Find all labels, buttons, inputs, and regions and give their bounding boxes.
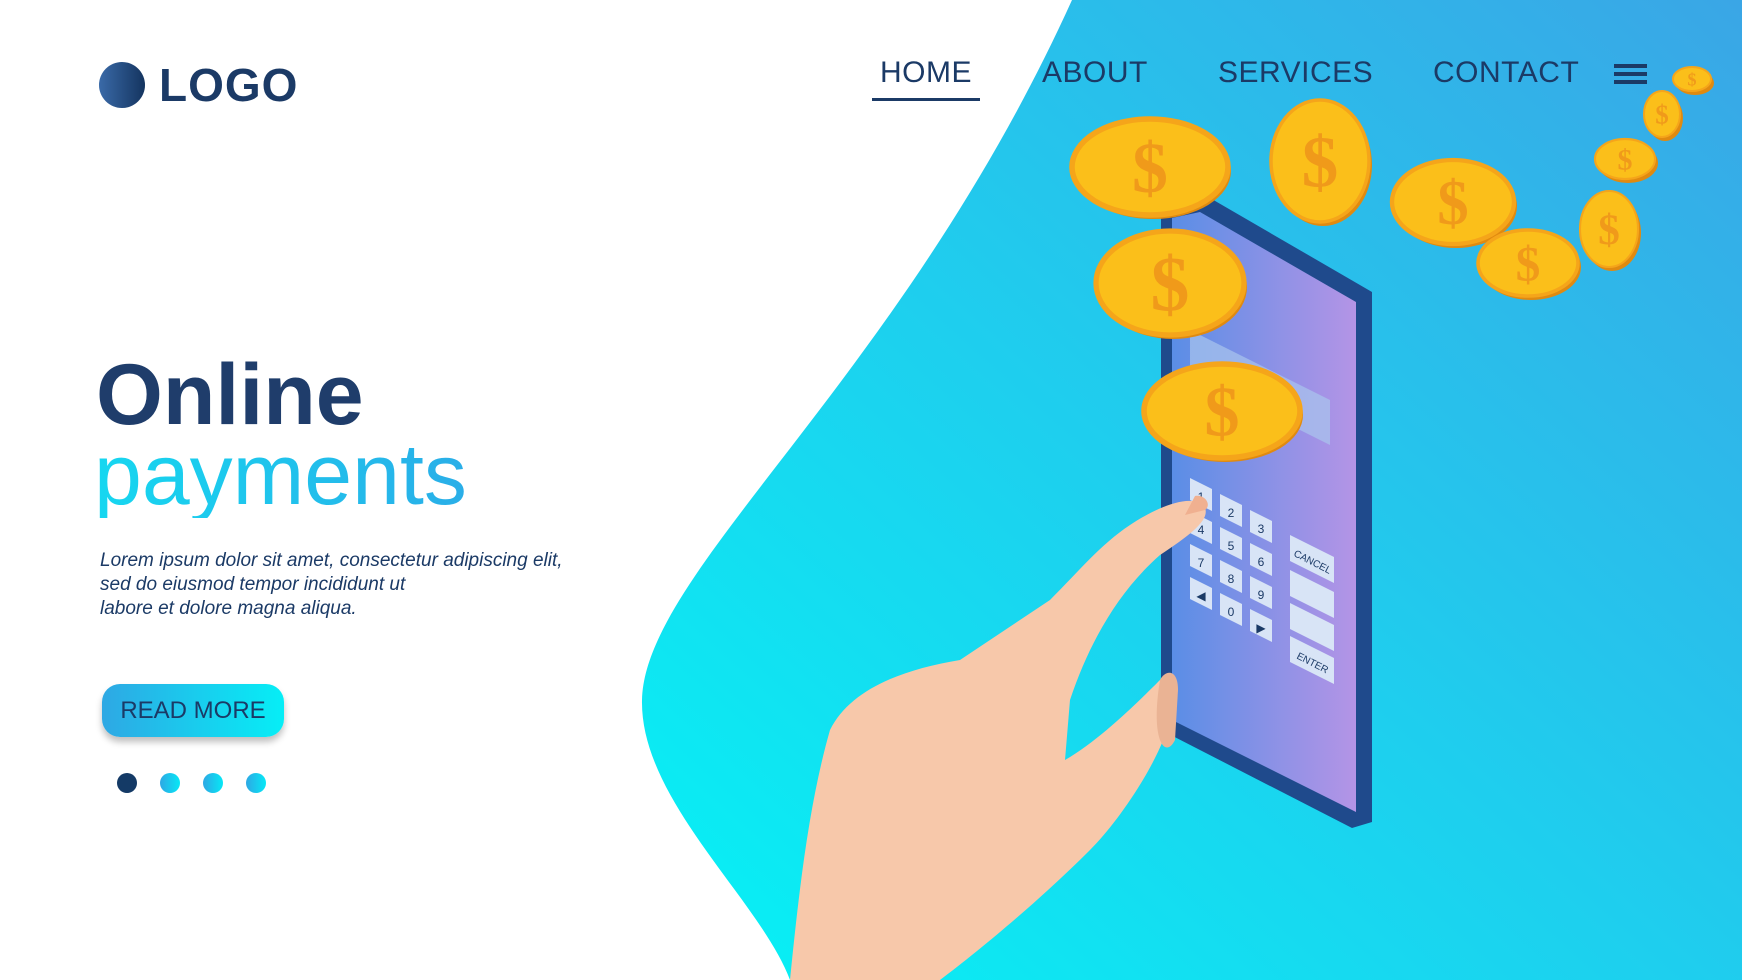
read-more-button[interactable]: READ MORE bbox=[102, 684, 284, 737]
coin-icon: $ bbox=[1093, 228, 1247, 339]
description-line: labore et dolore magna aliqua. bbox=[100, 598, 357, 619]
svg-text:7: 7 bbox=[1198, 556, 1205, 570]
coin-icon: $ bbox=[1269, 98, 1372, 226]
hero-description: Lorem ipsum dolor sit amet, consectetur … bbox=[100, 549, 563, 621]
logo[interactable]: LOGO bbox=[99, 58, 298, 112]
logo-text: LOGO bbox=[159, 59, 299, 111]
nav-about[interactable]: ABOUT bbox=[1042, 56, 1148, 90]
svg-text:▶: ▶ bbox=[1256, 621, 1266, 635]
svg-text:$: $ bbox=[1302, 122, 1339, 203]
svg-text:6: 6 bbox=[1258, 555, 1265, 569]
svg-text:$: $ bbox=[1132, 128, 1168, 208]
svg-text:$: $ bbox=[1655, 99, 1669, 129]
svg-text:0: 0 bbox=[1228, 605, 1235, 619]
coin-icon: $ bbox=[1069, 116, 1231, 219]
svg-text:$: $ bbox=[1618, 144, 1633, 177]
slide-indicators bbox=[117, 773, 266, 793]
svg-text:9: 9 bbox=[1258, 588, 1265, 602]
svg-text:$: $ bbox=[1437, 168, 1469, 238]
svg-text:8: 8 bbox=[1228, 572, 1235, 586]
slide-dot-1[interactable] bbox=[117, 773, 137, 793]
svg-text:3: 3 bbox=[1258, 522, 1265, 536]
svg-text:$: $ bbox=[1516, 236, 1541, 291]
slide-dot-4[interactable] bbox=[246, 773, 266, 793]
slide-dot-2[interactable] bbox=[160, 773, 180, 793]
hero-subtitle: payments bbox=[94, 427, 467, 523]
description-line: sed do eiusmod tempor incididunt ut bbox=[100, 574, 406, 595]
svg-text:2: 2 bbox=[1228, 506, 1235, 520]
svg-text:$: $ bbox=[1598, 206, 1620, 254]
description-line: Lorem ipsum dolor sit amet, consectetur … bbox=[100, 550, 563, 571]
logo-mark bbox=[99, 62, 145, 108]
nav-home[interactable]: HOME bbox=[872, 56, 980, 101]
svg-text:5: 5 bbox=[1228, 539, 1235, 553]
svg-text:$: $ bbox=[1688, 69, 1697, 89]
hamburger-icon[interactable] bbox=[1614, 64, 1647, 84]
svg-text:$: $ bbox=[1151, 240, 1190, 327]
hero-title: Online bbox=[96, 347, 364, 443]
nav-contact[interactable]: CONTACT bbox=[1433, 56, 1579, 90]
svg-text:◀: ◀ bbox=[1196, 589, 1206, 603]
nav-services[interactable]: SERVICES bbox=[1218, 56, 1373, 90]
slide-dot-3[interactable] bbox=[203, 773, 223, 793]
coin-icon: $ bbox=[1141, 361, 1303, 462]
svg-text:$: $ bbox=[1204, 374, 1239, 452]
